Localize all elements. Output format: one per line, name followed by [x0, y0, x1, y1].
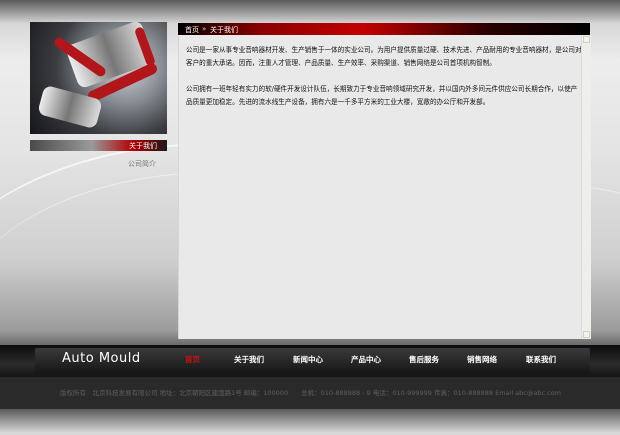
nav-home[interactable]: 首页	[185, 354, 200, 365]
content-scrollbar[interactable]	[581, 35, 591, 339]
nav-service[interactable]: 售后服务	[409, 354, 439, 365]
nav-news[interactable]: 新闻中心	[293, 354, 323, 365]
breadcrumb-separator: »	[202, 25, 207, 33]
nav-contact[interactable]: 联系我们	[526, 354, 556, 365]
sidebar-title: 关于我们	[30, 140, 167, 151]
content-paragraph-2: 公司拥有一班年轻有实力的软/硬件开发设计队伍，长期致力于专业音响领域研究开发，并…	[186, 85, 578, 106]
sidebar-item-company-profile[interactable]: 公司简介	[128, 159, 156, 169]
nav-products[interactable]: 产品中心	[351, 354, 381, 365]
sidebar-title-label: 关于我们	[129, 142, 157, 150]
scroll-down-arrow-icon[interactable]	[583, 331, 590, 338]
footer-text: 版权所有 北京科技发展有限公司 地址：北京朝阳区建国路1号 邮编：100000 …	[60, 389, 562, 397]
engine-photo	[30, 22, 167, 134]
brand-logo[interactable]: Auto Mould	[62, 351, 141, 366]
breadcrumb-home[interactable]: 首页	[185, 25, 199, 35]
scroll-up-arrow-icon[interactable]	[583, 36, 590, 43]
footer: 版权所有 北京科技发展有限公司 地址：北京朝阳区建国路1号 邮编：100000 …	[0, 377, 620, 409]
content-paragraph-1: 公司是一家从事专业音响器材开发、生产销售于一体的实业公司。为用户提供质量过硬、技…	[186, 46, 582, 67]
content-panel: 公司是一家从事专业音响器材开发、生产销售于一体的实业公司。为用户提供质量过硬、技…	[178, 35, 591, 339]
breadcrumb: 首页 » 关于我们	[178, 23, 590, 35]
breadcrumb-current: 关于我们	[210, 26, 238, 34]
nav-sales-network[interactable]: 销售网络	[467, 354, 497, 365]
nav-about[interactable]: 关于我们	[234, 354, 264, 365]
